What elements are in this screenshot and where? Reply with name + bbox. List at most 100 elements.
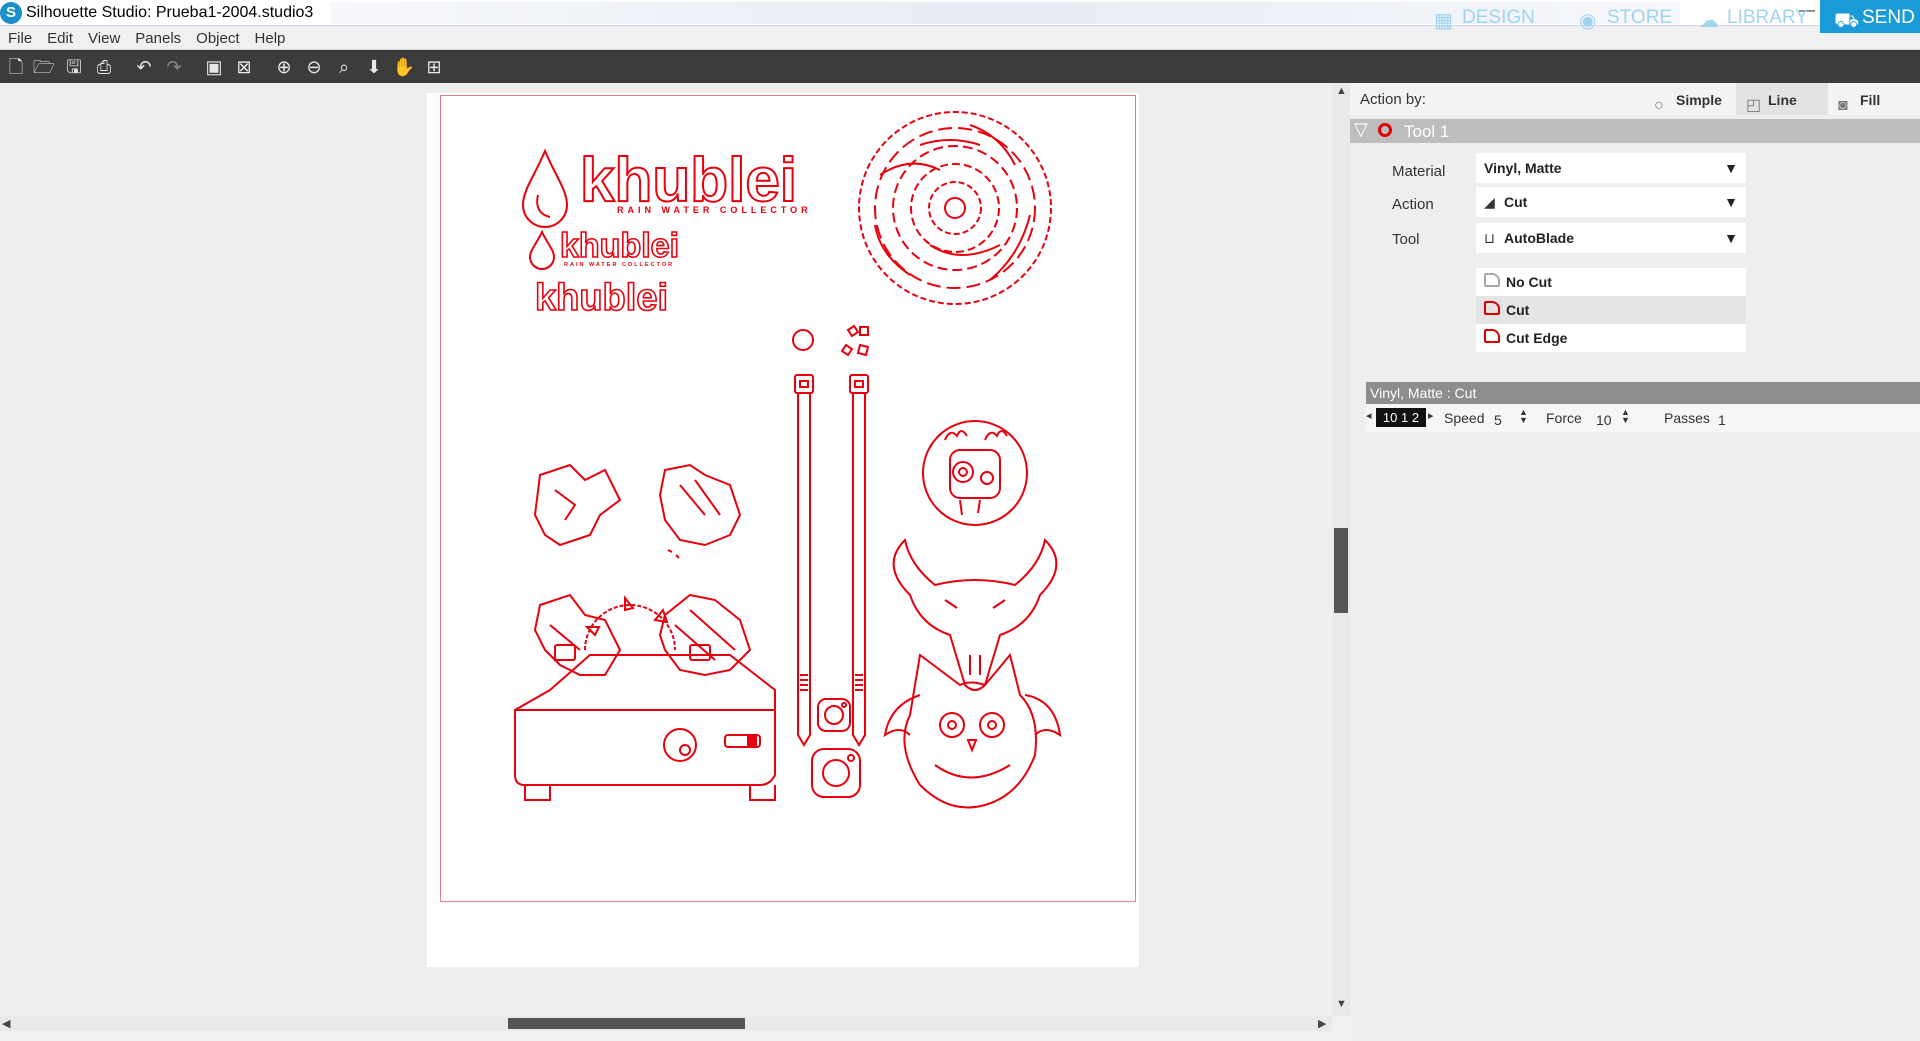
vertical-scroll-thumb[interactable] [1334, 528, 1348, 613]
chevron-down-icon: ▼ [1724, 160, 1738, 176]
blade-decrease-icon[interactable]: ◂ [1366, 409, 1372, 422]
settings-title: Vinyl, Matte : Cut [1366, 382, 1920, 404]
speed-input[interactable]: 5 [1494, 412, 1502, 428]
force-label: Force [1546, 410, 1582, 426]
raindrop-highlight [536, 194, 551, 218]
grass-tuft-3[interactable] [533, 593, 622, 676]
tool1-header[interactable]: ▽ Tool 1 [1350, 119, 1920, 143]
small-circle [792, 329, 814, 351]
speed-stepper-icon[interactable]: ▲ ▼ [1519, 408, 1528, 425]
zoom-out-icon[interactable]: ⊖ [302, 55, 326, 79]
print-icon[interactable]: ⎙ [92, 55, 116, 79]
zip-tie-left[interactable] [794, 374, 814, 747]
scroll-down-icon[interactable]: ▼ [1336, 998, 1347, 1010]
menu-help[interactable]: Help [255, 26, 286, 47]
blade-increase-icon[interactable]: ▸ [1428, 409, 1434, 422]
grass-tuft-2[interactable] [658, 463, 742, 559]
logo-tagline-large: RAIN WATER COLLECTOR [617, 205, 812, 215]
logo-tagline-medium: RAIN WATER COLLECTOR [564, 262, 674, 268]
scroll-right-icon[interactable]: ▶ [1318, 1017, 1326, 1030]
instagram-icon-small[interactable] [817, 698, 851, 732]
option-cut-edge[interactable]: Cut Edge [1476, 324, 1746, 352]
force-input[interactable]: 10 [1596, 412, 1612, 428]
cutter-icon: ⛟ [1834, 10, 1860, 32]
logo-text-medium: khublei [560, 227, 679, 265]
action-label: Action [1392, 196, 1434, 213]
raindrop-icon-small [528, 229, 556, 270]
chevron-down-icon: ▼ [1724, 194, 1738, 210]
redo-icon[interactable]: ↷ [162, 55, 186, 79]
passes-input[interactable]: 1 [1718, 412, 1726, 428]
ungroup-icon[interactable]: ⊠ [232, 55, 256, 79]
undo-icon[interactable]: ↶ [132, 55, 156, 79]
tab-library[interactable]: ☁ LIBRARY [1685, 0, 1820, 33]
hand-icon[interactable]: ✋ [392, 55, 416, 79]
tab-design[interactable]: ▦ DESIGN [1420, 0, 1565, 33]
cut-icon [1484, 301, 1500, 315]
line-mode-icon: ◰ [1746, 97, 1762, 114]
group-icon[interactable]: ▣ [202, 55, 226, 79]
main-toolbar: 🗋 🗁 🖫 ⎙ ↶ ↷ ▣ ⊠ ⊕ ⊖ ⌕ ⬇ ✋ ⊞ [0, 50, 1920, 83]
mini-flower-cluster [840, 324, 870, 357]
tool-label: Tool [1392, 231, 1420, 248]
grass-tuft-1[interactable] [533, 463, 622, 547]
store-icon: ◉ [1579, 10, 1597, 32]
zoom-in-icon[interactable]: ⊕ [272, 55, 296, 79]
menu-object[interactable]: Object [196, 26, 239, 47]
cut-settings-row: ◂ 10 1 2 ▸ Speed 5 ▲ ▼ Force 10 ▲ ▼ Passes… [1366, 404, 1920, 432]
tab-send[interactable]: ⛟ SEND [1820, 0, 1920, 33]
option-cut[interactable]: Cut [1476, 296, 1746, 324]
send-panel: Action by: ○ Simple ◰ Line ◙ Fill ▽ Tool 1 … [1350, 83, 1920, 1041]
menu-panels[interactable]: Panels [135, 26, 181, 47]
blade-icon: ◢ [1484, 194, 1495, 210]
action-by-label: Action by: [1360, 91, 1426, 108]
menu-view[interactable]: View [88, 26, 120, 47]
design-artwork[interactable]: khublei RAIN WATER COLLECTOR khublei RAI… [440, 95, 1136, 902]
scroll-left-icon[interactable]: ◀ [2, 1017, 10, 1030]
instagram-icon-large[interactable] [811, 748, 861, 798]
collapse-triangle-icon[interactable]: ▽ [1354, 119, 1368, 140]
grass-tuft-4[interactable] [658, 593, 752, 677]
owl-dragon[interactable] [883, 652, 1062, 809]
horizontal-scroll-thumb[interactable] [508, 1018, 745, 1029]
cut-edge-icon [1484, 329, 1500, 343]
menu-edit[interactable]: Edit [47, 26, 73, 47]
passes-label: Passes [1664, 410, 1710, 426]
no-cut-icon [1484, 273, 1500, 287]
blade-depth-input[interactable]: 10 1 2 [1376, 408, 1426, 427]
app-icon: S [0, 2, 22, 24]
new-document-icon[interactable]: 🗋 [4, 55, 28, 79]
speed-label: Speed [1444, 410, 1485, 426]
grid-icon: ▦ [1434, 10, 1453, 32]
pan-down-icon[interactable]: ⬇ [362, 55, 386, 79]
menu-file[interactable]: File [8, 26, 32, 47]
logo-text-plain: khublei [535, 277, 668, 319]
scroll-up-icon[interactable]: ▲ [1336, 85, 1347, 97]
feather-mandala[interactable] [858, 111, 1052, 305]
mode-line[interactable]: ◰ Line [1736, 83, 1828, 115]
mode-fill[interactable]: ◙ Fill [1828, 83, 1920, 115]
cloud-icon: ☁ [1699, 10, 1719, 32]
action-by-bar: Action by: ○ Simple ◰ Line ◙ Fill [1350, 83, 1920, 115]
save-icon[interactable]: 🖫 [62, 55, 86, 79]
action-dropdown[interactable]: ◢ Cut ▼ [1476, 187, 1746, 217]
moose-sticker-circle[interactable] [922, 420, 1028, 526]
tool-dropdown[interactable]: ⊔ AutoBlade ▼ [1476, 223, 1746, 253]
vertical-scrollbar[interactable]: ▲ ▼ [1332, 83, 1350, 1016]
tab-store[interactable]: ◉ STORE [1565, 0, 1685, 33]
option-no-cut[interactable]: No Cut [1476, 268, 1746, 296]
material-dropdown[interactable]: Vinyl, Matte ▼ [1476, 153, 1746, 183]
chevron-down-icon: ▼ [1724, 230, 1738, 246]
radio-icon: ○ [1654, 97, 1664, 114]
force-stepper-icon[interactable]: ▲ ▼ [1621, 408, 1630, 425]
zip-tie-right[interactable] [849, 374, 869, 747]
material-label: Material [1392, 163, 1446, 180]
fit-page-icon[interactable]: ⊞ [422, 55, 446, 79]
autoblade-icon: ⊔ [1484, 230, 1495, 246]
open-folder-icon[interactable]: 🗁 [32, 55, 56, 79]
window-title: Silhouette Studio: Prueba1-2004.studio3 [26, 4, 314, 21]
zoom-select-icon[interactable]: ⌕ [332, 55, 356, 79]
horizontal-scrollbar[interactable]: ◀ ▶ [0, 1016, 1332, 1031]
khublei-logo-large[interactable] [521, 148, 569, 228]
mode-simple[interactable]: ○ Simple [1644, 83, 1736, 115]
